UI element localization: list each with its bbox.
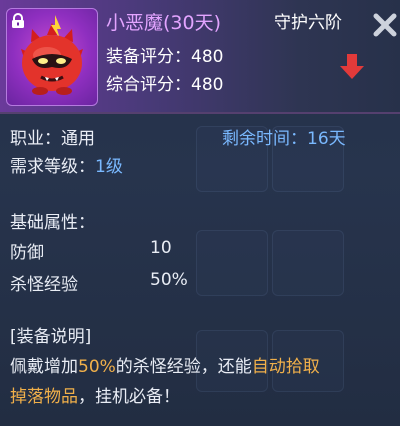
description-heading: [装备说明] [10, 327, 92, 347]
description-line-2: 掉落物品，挂机必备！ [10, 382, 180, 407]
item-portrait [6, 8, 98, 106]
total-score: 综合评分：480 [106, 70, 223, 95]
lock-icon [11, 13, 25, 33]
time-label: 剩余时间： [222, 129, 307, 149]
attribute-value: 10 [150, 238, 172, 258]
level-label: 需求等级： [10, 157, 95, 177]
attributes-heading: 基础属性： [10, 213, 95, 233]
equip-score: 装备评分：480 [106, 42, 223, 67]
description-text: ，挂机必备！ [78, 387, 180, 407]
time-value: 16天 [307, 129, 346, 149]
score-down-arrow-icon [340, 54, 364, 84]
item-rank: 守护六阶 [274, 13, 342, 33]
background-slot [196, 230, 268, 296]
header-divider [0, 112, 400, 114]
class-value: 通用 [61, 129, 95, 149]
class-label: 职业： [10, 129, 61, 149]
total-score-label: 综合评分： [106, 75, 191, 95]
background-slot [272, 230, 344, 296]
equip-score-label: 装备评分： [106, 47, 191, 67]
description-highlight: 自动拾取 [251, 357, 320, 377]
description-text: 的杀怪经验，还能 [115, 357, 252, 377]
level-value: 1级 [95, 157, 123, 177]
item-tooltip-panel: 小恶魔(30天) 守护六阶 装备评分：480 综合评分：480 职业：通用 剩余… [0, 0, 400, 426]
attribute-name: 防御 [10, 243, 44, 263]
attribute-value: 50% [150, 270, 188, 290]
description-text: 佩戴增加 [10, 357, 78, 377]
total-score-value: 480 [191, 75, 224, 95]
description-highlight: 50% [78, 357, 116, 377]
description-line-1: 佩戴增加50%的杀怪经验，还能自动拾取 [10, 352, 320, 377]
attribute-name: 杀怪经验 [10, 275, 78, 295]
close-button[interactable] [370, 10, 400, 40]
item-name: 小恶魔(30天) [106, 12, 222, 34]
equip-score-value: 480 [191, 47, 224, 67]
level-row: 需求等级：1级 [10, 152, 123, 177]
remaining-time: 剩余时间：16天 [222, 124, 346, 149]
description-highlight: 掉落物品 [10, 387, 78, 407]
item-header: 小恶魔(30天) 守护六阶 装备评分：480 综合评分：480 [0, 0, 400, 114]
class-row: 职业：通用 [10, 124, 95, 149]
close-icon [373, 13, 397, 37]
